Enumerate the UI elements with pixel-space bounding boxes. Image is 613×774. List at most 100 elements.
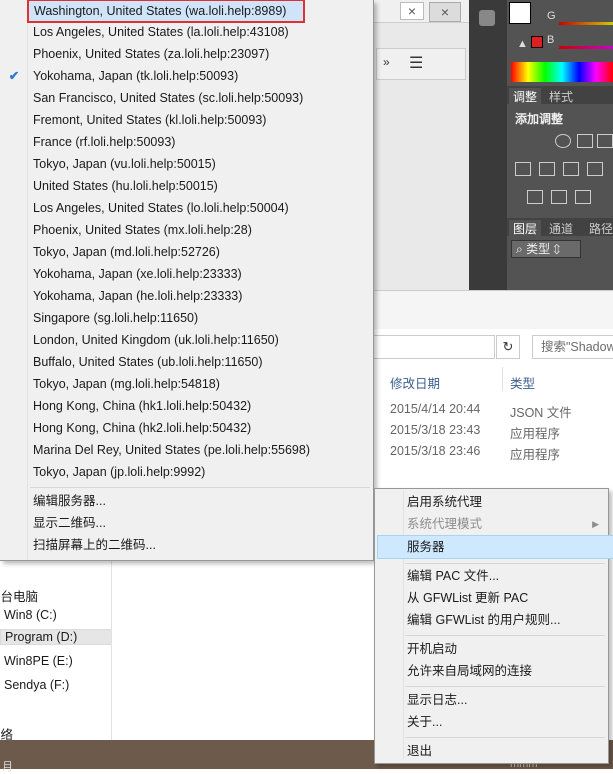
server-item-selected[interactable]: Yokohama, Japan (tk.loli.help:50093): [28, 65, 373, 87]
server-item[interactable]: San Francisco, United States (sc.loli.he…: [28, 87, 373, 109]
server-item[interactable]: Yokohama, Japan (he.loli.help:23333): [28, 285, 373, 307]
gamut-swatch[interactable]: [531, 36, 543, 48]
nav-drive-e[interactable]: Win8PE (E:): [4, 654, 73, 668]
menu-icon[interactable]: ☰: [409, 53, 423, 73]
server-item[interactable]: Phoenix, United States (mx.loli.help:28): [28, 219, 373, 241]
address-bar[interactable]: [374, 335, 495, 359]
edit-pac-item[interactable]: 编辑 PAC 文件...: [404, 565, 607, 587]
server-item[interactable]: Tokyo, Japan (md.loli.help:52726): [28, 241, 373, 263]
3d-icon[interactable]: [479, 10, 495, 26]
scan-qrcode-item[interactable]: 扫描屏幕上的二维码...: [28, 534, 373, 556]
servers-label: 服务器: [407, 540, 445, 554]
server-item[interactable]: Phoenix, United States (za.loli.help:230…: [28, 43, 373, 65]
row-type: 应用程序: [510, 427, 561, 441]
nav-this-pc[interactable]: 这台电脑: [0, 586, 38, 605]
tab-layers[interactable]: 图层: [509, 220, 542, 237]
edit-user-rules-item[interactable]: 编辑 GFWList 的用户规则...: [404, 609, 607, 631]
proxy-mode-item[interactable]: 系统代理模式 ▶: [404, 513, 607, 535]
panel-toolbar: » ☰: [376, 48, 466, 80]
server-item[interactable]: Buffalo, United States (ub.loli.help:116…: [28, 351, 373, 373]
column-type[interactable]: 类型: [510, 373, 535, 392]
server-item[interactable]: France (rf.loli.help:50093): [28, 131, 373, 153]
checkmark-icon: ✔: [8, 69, 20, 83]
window-close-button[interactable]: ×: [429, 2, 461, 22]
menu-separator: [405, 686, 605, 687]
adjust-tabbar: 调整 样式: [507, 86, 613, 105]
nav-divider: [111, 560, 112, 740]
layer-type-label: 类型: [526, 242, 551, 256]
nav-drive-f[interactable]: Sendya (F:): [4, 678, 69, 692]
allow-lan-item[interactable]: 允许来自局域网的连接: [404, 660, 607, 682]
adjust-title: 添加调整: [515, 112, 564, 126]
tab-adjust[interactable]: 调整: [509, 88, 542, 105]
show-qrcode-item[interactable]: 显示二维码...: [28, 512, 373, 534]
server-item[interactable]: Los Angeles, United States (lo.loli.help…: [28, 197, 373, 219]
update-pac-item[interactable]: 从 GFWList 更新 PAC: [404, 587, 607, 609]
quit-item[interactable]: 退出: [404, 740, 607, 762]
green-slider[interactable]: [559, 22, 613, 25]
server-item[interactable]: Tokyo, Japan (mg.loli.help:54818): [28, 373, 373, 395]
invert-icon[interactable]: [527, 190, 543, 204]
server-item[interactable]: Marina Del Rey, United States (pe.loli.h…: [28, 439, 373, 461]
photoshop-panels: × × » ☰ G ▲ B 调整 样式 添加调整 图层 通道 路径 ⌕ 类型 ⇕: [374, 0, 613, 290]
bw-icon[interactable]: [563, 162, 579, 176]
show-log-item[interactable]: 显示日志...: [404, 689, 607, 711]
search-input[interactable]: 搜索"Shadow: [532, 335, 613, 359]
document-area: × × » ☰: [374, 0, 469, 290]
warning-icon: ▲: [517, 38, 528, 50]
color-spectrum[interactable]: [511, 62, 613, 82]
server-item[interactable]: Los Angeles, United States (la.loli.help…: [28, 21, 373, 43]
explorer-toolbar: [374, 291, 613, 329]
color-panel: G ▲ B 调整 样式 添加调整 图层 通道 路径 ⌕ 类型 ⇕: [507, 0, 613, 290]
edit-servers-item[interactable]: 编辑服务器...: [28, 490, 373, 512]
server-item[interactable]: Hong Kong, China (hk2.loli.help:50432): [28, 417, 373, 439]
server-item[interactable]: Tokyo, Japan (jp.loli.help:9992): [28, 461, 373, 483]
vibrance-icon[interactable]: [515, 162, 531, 176]
threshold-icon[interactable]: [575, 190, 591, 204]
menu-separator: [405, 635, 605, 636]
server-item[interactable]: Fremont, United States (kl.loli.help:500…: [28, 109, 373, 131]
servers-item[interactable]: 服务器 ▶: [377, 535, 613, 559]
foreground-swatch[interactable]: [509, 2, 531, 24]
tab-styles[interactable]: 样式: [549, 88, 573, 105]
tab-paths[interactable]: 路径: [589, 220, 613, 237]
row-date: 2015/3/18 23:43: [390, 423, 481, 437]
server-item[interactable]: Washington, United States (wa.loli.help:…: [27, 0, 305, 23]
server-item[interactable]: London, United Kingdom (uk.loli.help:116…: [28, 329, 373, 351]
layers-tabbar: 图层 通道 路径: [507, 218, 613, 237]
levels-icon[interactable]: [577, 134, 593, 148]
tab-channels[interactable]: 通道: [549, 220, 573, 237]
document-tabbar: × ×: [374, 0, 469, 23]
blue-label: B: [547, 34, 555, 46]
menu-separator: [405, 563, 605, 564]
posterize-icon[interactable]: [551, 190, 567, 204]
layer-type-filter[interactable]: ⌕ 类型 ⇕: [511, 240, 581, 258]
close-icon[interactable]: ×: [400, 2, 424, 20]
server-menu: Washington, United States (wa.loli.help:…: [0, 0, 374, 561]
server-item[interactable]: Tokyo, Japan (vu.loli.help:50015): [28, 153, 373, 175]
enable-system-proxy-item[interactable]: 启用系统代理: [404, 491, 607, 513]
brightness-icon[interactable]: [555, 134, 571, 148]
server-item[interactable]: Singapore (sg.loli.help:11650): [28, 307, 373, 329]
server-item[interactable]: Yokohama, Japan (xe.loli.help:23333): [28, 263, 373, 285]
autostart-item[interactable]: 开机启动: [404, 638, 607, 660]
row-date: 2015/3/18 23:46: [390, 444, 481, 458]
blue-slider[interactable]: [559, 46, 613, 49]
balance-icon[interactable]: [539, 162, 555, 176]
server-item[interactable]: Hong Kong, China (hk1.loli.help:50432): [28, 395, 373, 417]
navigation-pane: 这台电脑 Win8 (C:) Program (D:) Win8PE (E:) …: [0, 560, 112, 742]
submenu-arrow-icon: ▶: [592, 519, 599, 529]
row-type: 应用程序: [510, 448, 561, 462]
expand-icon[interactable]: »: [383, 55, 390, 69]
curves-icon[interactable]: [597, 134, 613, 148]
about-item[interactable]: 关于...: [404, 711, 607, 733]
row-date: 2015/4/14 20:44: [390, 402, 481, 416]
green-label: G: [547, 10, 556, 22]
photo-filter-icon[interactable]: [587, 162, 603, 176]
nav-drive-c[interactable]: Win8 (C:): [4, 608, 57, 622]
taskbar-date: 月: [2, 761, 13, 773]
nav-drive-d[interactable]: Program (D:): [0, 629, 112, 645]
server-item[interactable]: United States (hu.loli.help:50015): [28, 175, 373, 197]
column-modified-date[interactable]: 修改日期: [390, 373, 440, 392]
refresh-button[interactable]: ↻: [496, 335, 520, 359]
